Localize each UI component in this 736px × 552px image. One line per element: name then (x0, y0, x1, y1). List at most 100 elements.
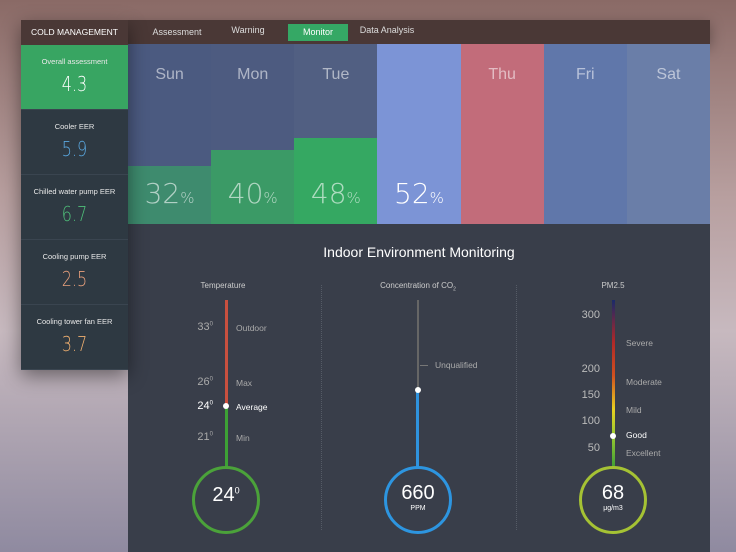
day-name: Sun (155, 66, 184, 83)
day-name: Thu (488, 66, 516, 83)
sidebar-item-value: 2.5 (61, 267, 88, 291)
pm25-gauge: 68 μg/m3 (579, 466, 647, 534)
pm25-level-label: Severe (626, 338, 653, 348)
sidebar-item[interactable]: Cooler EER 5.9 (21, 110, 128, 175)
day-column-fri[interactable]: Fri (543, 44, 627, 224)
temperature-tick-label: Min (236, 433, 250, 443)
sidebar-item-label: Chilled water pump EER (33, 187, 116, 196)
divider (321, 285, 322, 530)
sidebar: COLD MANAGEMENT Overall assessment 4.3 Coo… (21, 20, 128, 370)
tick-value: 24 (197, 400, 210, 412)
tick-value: 21 (197, 431, 210, 443)
divider (516, 285, 517, 530)
pm25-bar (612, 300, 615, 468)
day-column-sun[interactable]: Sun 32% (128, 44, 212, 224)
day-percent: 48% (294, 177, 377, 210)
temperature-value: 24 (212, 484, 235, 506)
temperature-marker (223, 403, 229, 409)
tick-value: 33 (197, 321, 210, 333)
pm25-value: 68 (601, 482, 625, 504)
tab-monitor[interactable]: Monitor (288, 24, 348, 41)
percent-value: 48 (310, 177, 347, 210)
sidebar-item-value: 3.7 (61, 332, 88, 356)
sidebar-item-value: 4.3 (61, 72, 88, 96)
top-nav: Assessment Warning Monitor Data Analysis (128, 20, 710, 44)
percent-sign: % (180, 189, 195, 207)
co2-title-text: Concentration of CO (380, 281, 454, 290)
co2-subscript: 2 (453, 286, 456, 293)
temperature-title: Temperature (200, 281, 246, 290)
day-column-thu[interactable]: Thu (460, 44, 544, 224)
pm25-level-label: Good (626, 430, 647, 440)
day-percent: 40% (211, 177, 294, 210)
temperature-gauge: 240 (192, 466, 260, 534)
percent-value: 40 (227, 177, 264, 210)
co2-threshold-tick (420, 365, 428, 366)
percent-value: 52 (394, 177, 430, 210)
co2-bar-lower (416, 390, 419, 468)
day-column-sat[interactable]: Sat (626, 44, 710, 224)
co2-unit: PPM (410, 505, 426, 512)
sidebar-item-value: 6.7 (61, 202, 88, 226)
sidebar-item-label: Overall assessment (41, 57, 108, 66)
temperature-bar-lower (225, 406, 228, 468)
pm25-tick: 100 (581, 415, 600, 427)
section-title: Indoor Environment Monitoring (323, 244, 515, 260)
sidebar-title: COLD MANAGEMENT (21, 20, 128, 45)
degree-sign: 0 (209, 431, 213, 438)
sidebar-item-label: Cooling tower fan EER (36, 317, 113, 326)
pm25-level-label: Mild (626, 405, 642, 415)
day-name: Fri (575, 66, 595, 83)
sidebar-item[interactable]: Chilled water pump EER 6.7 (21, 175, 128, 240)
temperature-tick-label: Outdoor (236, 323, 267, 333)
pm25-title: PM2.5 (601, 281, 625, 290)
sidebar-item-value: 5.9 (61, 137, 88, 161)
sidebar-item[interactable]: Cooling tower fan EER 3.7 (21, 305, 128, 370)
day-name: Tue (322, 66, 350, 83)
degree-sign: 0 (234, 485, 240, 496)
pm25-marker (610, 433, 616, 439)
temperature-tick: 240 (183, 400, 213, 412)
tab-data-analysis[interactable]: Data Analysis (354, 22, 420, 39)
temperature-tick: 260 (183, 376, 213, 388)
temperature-tick: 210 (183, 431, 213, 443)
tab-warning[interactable]: Warning (218, 22, 278, 39)
degree-sign: 0 (209, 400, 213, 407)
day-name: Mon (237, 66, 269, 83)
tick-value: 26 (197, 376, 210, 388)
co2-value: 660 (401, 482, 435, 504)
sidebar-item-label: Cooler EER (54, 122, 95, 131)
percent-sign: % (263, 189, 278, 207)
temperature-tick: 330 (183, 321, 213, 333)
sidebar-item[interactable]: Overall assessment 4.3 (21, 45, 128, 110)
pm25-tick: 200 (581, 363, 600, 375)
pm25-tick: 150 (581, 389, 600, 401)
weekly-bars: Sun32%Mon40%Tue48%Wed52%ThuFriSat (128, 44, 710, 224)
co2-gauge: 660 PPM (384, 466, 452, 534)
pm25-tick: 50 (587, 442, 600, 454)
pm25-level-label: Excellent (626, 448, 661, 458)
day-percent: 52% (377, 177, 460, 210)
day-column-tue[interactable]: Tue 48% (294, 44, 378, 224)
co2-title: Concentration of CO2 (358, 281, 478, 293)
degree-sign: 0 (209, 376, 213, 383)
tab-assessment[interactable]: Assessment (142, 24, 212, 41)
temperature-bar-upper (225, 300, 228, 406)
sidebar-item[interactable]: Cooling pump EER 2.5 (21, 240, 128, 305)
percent-sign: % (429, 189, 444, 207)
co2-bar-upper (417, 300, 419, 390)
degree-sign: 0 (209, 321, 213, 328)
pm25-unit: μg/m3 (603, 505, 623, 512)
temperature-tick-label: Max (236, 378, 253, 388)
day-column-mon[interactable]: Mon 40% (211, 44, 295, 224)
co2-marker (415, 387, 421, 393)
day-percent: 32% (128, 177, 211, 210)
percent-value: 32 (144, 177, 181, 210)
day-column-wed[interactable]: Wed52% (377, 44, 461, 224)
day-name: Sat (656, 66, 681, 83)
sidebar-item-label: Cooling pump EER (42, 252, 107, 261)
temperature-tick-label: Average (236, 402, 268, 412)
pm25-tick: 300 (581, 309, 600, 321)
percent-sign: % (346, 189, 361, 207)
co2-threshold-label: Unqualified (435, 360, 478, 370)
